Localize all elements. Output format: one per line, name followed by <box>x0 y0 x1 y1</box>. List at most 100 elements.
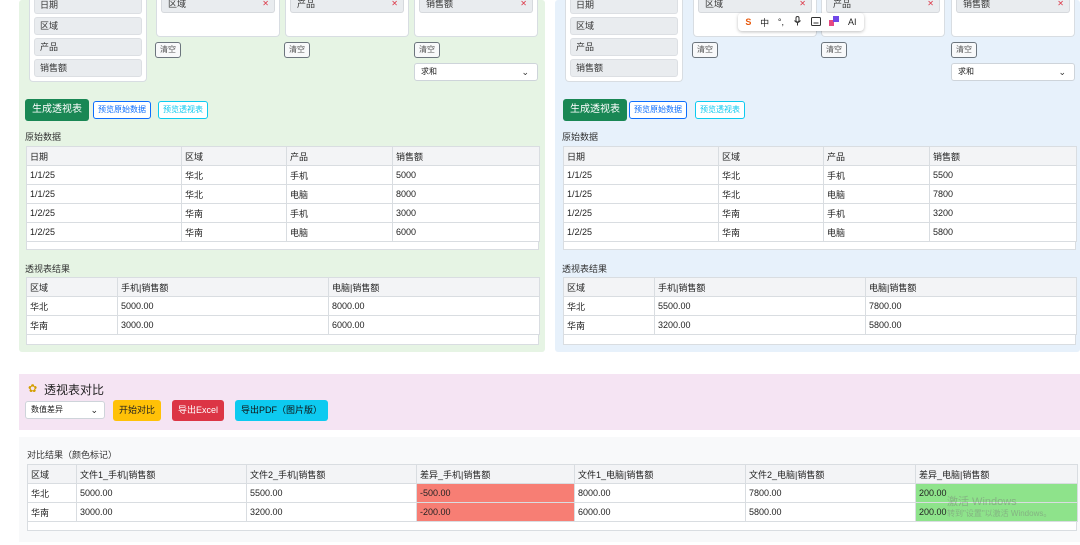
keyboard-icon[interactable] <box>810 16 821 28</box>
clear-column-button[interactable]: 清空 <box>284 42 310 58</box>
remove-icon[interactable]: ✕ <box>799 0 806 8</box>
generate-pivot-button[interactable]: 生成透视表 <box>25 99 89 121</box>
aggregate-value: 求和 <box>421 67 437 76</box>
preview-raw-button[interactable]: 预览原始数据 <box>93 101 151 119</box>
column-zone[interactable]: 产品 ✕ <box>285 0 409 37</box>
table-cell: 1/2/25 <box>563 222 719 242</box>
preview-raw-button[interactable]: 预览原始数据 <box>629 101 687 119</box>
export-pdf-button[interactable]: 导出PDF（图片版） <box>235 400 329 421</box>
zone-tag[interactable]: 区域 ✕ <box>161 0 275 13</box>
zone-tag-label: 销售额 <box>963 0 991 9</box>
raw-data-label: 原始数据 <box>562 132 599 142</box>
table-row: 1/1/25 华北 手机 5000 <box>26 165 540 185</box>
table-cell: 5800.00 <box>745 502 916 522</box>
table-cell: 7800.00 <box>745 483 916 503</box>
zone-tag[interactable]: 区域 ✕ <box>698 0 812 13</box>
field-item[interactable]: 销售额 <box>570 59 678 77</box>
table-row: 华南 3000.00 6000.00 <box>26 315 540 335</box>
table-cell: 6000.00 <box>574 502 746 522</box>
column-header: 区域 <box>718 146 824 166</box>
table-cell: 华南 <box>27 502 77 522</box>
skin-icon[interactable] <box>829 16 840 28</box>
remove-icon[interactable]: ✕ <box>927 0 934 8</box>
table-row: 华北 5500.00 7800.00 <box>563 296 1077 316</box>
table-row: 1/2/25 华南 手机 3000 <box>26 203 540 223</box>
field-item[interactable]: 日期 <box>570 0 678 14</box>
table-cell: 5000.00 <box>76 483 247 503</box>
table-cell: 电脑 <box>286 222 393 242</box>
compare-mode-value: 数值差异 <box>31 405 63 414</box>
field-item[interactable]: 产品 <box>570 38 678 56</box>
column-header: 区域 <box>27 464 77 484</box>
compare-mode-select[interactable]: 数值差异 ⌄ <box>25 401 105 419</box>
clear-value-button[interactable]: 清空 <box>951 42 977 58</box>
zone-tag[interactable]: 销售额 ✕ <box>419 0 533 13</box>
table-cell: 6000 <box>392 222 540 242</box>
table-cell: 1/1/25 <box>26 165 182 185</box>
field-item[interactable]: 区域 <box>570 17 678 35</box>
zone-tag-label: 销售额 <box>426 0 454 9</box>
zone-tag[interactable]: 产品 ✕ <box>290 0 404 13</box>
table-cell: 5500.00 <box>246 483 417 503</box>
mic-icon[interactable] <box>793 16 802 28</box>
ime-mode-toggle[interactable]: 中 <box>760 16 769 29</box>
generate-pivot-button[interactable]: 生成透视表 <box>563 99 627 121</box>
clear-value-button[interactable]: 清空 <box>414 42 440 58</box>
column-header: 销售额 <box>929 146 1077 166</box>
aggregate-select[interactable]: 求和 ⌄ <box>414 63 538 81</box>
ai-assistant-button[interactable]: AI <box>848 17 857 27</box>
table-cell: 1/2/25 <box>563 203 719 223</box>
clear-row-button[interactable]: 清空 <box>692 42 718 58</box>
table-cell: 1/2/25 <box>26 222 182 242</box>
field-item[interactable]: 区域 <box>34 17 142 35</box>
comparison-table: 区域 文件1_手机|销售额 文件2_手机|销售额 差异_手机|销售额 文件1_电… <box>27 464 1078 522</box>
clear-column-button[interactable]: 清空 <box>821 42 847 58</box>
table-cell: 华南 <box>181 203 287 223</box>
table-cell: 电脑 <box>823 184 930 204</box>
row-zone[interactable]: 区域 ✕ <box>156 0 280 37</box>
table-cell: 5000 <box>392 165 540 185</box>
export-excel-button[interactable]: 导出Excel <box>172 400 225 421</box>
preview-pivot-button[interactable]: 预览透视表 <box>158 101 208 119</box>
remove-icon[interactable]: ✕ <box>262 0 269 8</box>
preview-pivot-button[interactable]: 预览透视表 <box>695 101 745 119</box>
column-header: 产品 <box>286 146 393 166</box>
chevron-down-icon: ⌄ <box>521 67 529 77</box>
field-item[interactable]: 产品 <box>34 38 142 56</box>
zone-tag-label: 产品 <box>833 0 852 9</box>
sogou-logo-icon[interactable]: S <box>745 17 751 27</box>
windows-activation-watermark: 激活 Windows 转到"设置"以激活 Windows。 <box>947 496 1051 520</box>
column-header: 文件2_电脑|销售额 <box>745 464 916 484</box>
result-label: 对比结果（颜色标记） <box>27 450 118 460</box>
zone-tag[interactable]: 产品 ✕ <box>826 0 940 13</box>
value-zone[interactable]: 销售额 ✕ <box>414 0 538 37</box>
field-item[interactable]: 销售额 <box>34 59 142 77</box>
column-header: 产品 <box>823 146 930 166</box>
zone-tag[interactable]: 销售额 ✕ <box>956 0 1070 13</box>
table-cell: 5500 <box>929 165 1077 185</box>
clear-row-button[interactable]: 清空 <box>155 42 181 58</box>
punctuation-toggle[interactable]: °, <box>778 17 784 27</box>
table-cell: 7800.00 <box>865 296 1077 316</box>
value-zone[interactable]: 销售额 ✕ <box>951 0 1075 37</box>
aggregate-select[interactable]: 求和 ⌄ <box>951 63 1075 81</box>
column-header: 差异_手机|销售额 <box>416 464 575 484</box>
remove-icon[interactable]: ✕ <box>520 0 527 8</box>
ime-toolbar: S 中 °, AI <box>738 13 864 31</box>
field-item[interactable]: 日期 <box>34 0 142 14</box>
table-row: 1/2/25 华南 电脑 6000 <box>26 222 540 242</box>
table-cell: 5800.00 <box>865 315 1077 335</box>
column-header: 文件2_手机|销售额 <box>246 464 417 484</box>
table-cell: 华北 <box>27 483 77 503</box>
column-header: 文件1_电脑|销售额 <box>574 464 746 484</box>
table-cell: 8000.00 <box>574 483 746 503</box>
diff-cell-negative: -200.00 <box>416 502 575 522</box>
column-header: 文件1_手机|销售额 <box>76 464 247 484</box>
table-cell: 电脑 <box>823 222 930 242</box>
start-compare-button[interactable]: 开始对比 <box>113 400 162 421</box>
table-cell: 8000.00 <box>328 296 540 316</box>
table-row: 1/1/25 华北 手机 5500 <box>563 165 1077 185</box>
remove-icon[interactable]: ✕ <box>1057 0 1064 8</box>
remove-icon[interactable]: ✕ <box>391 0 398 8</box>
column-header: 日期 <box>26 146 182 166</box>
